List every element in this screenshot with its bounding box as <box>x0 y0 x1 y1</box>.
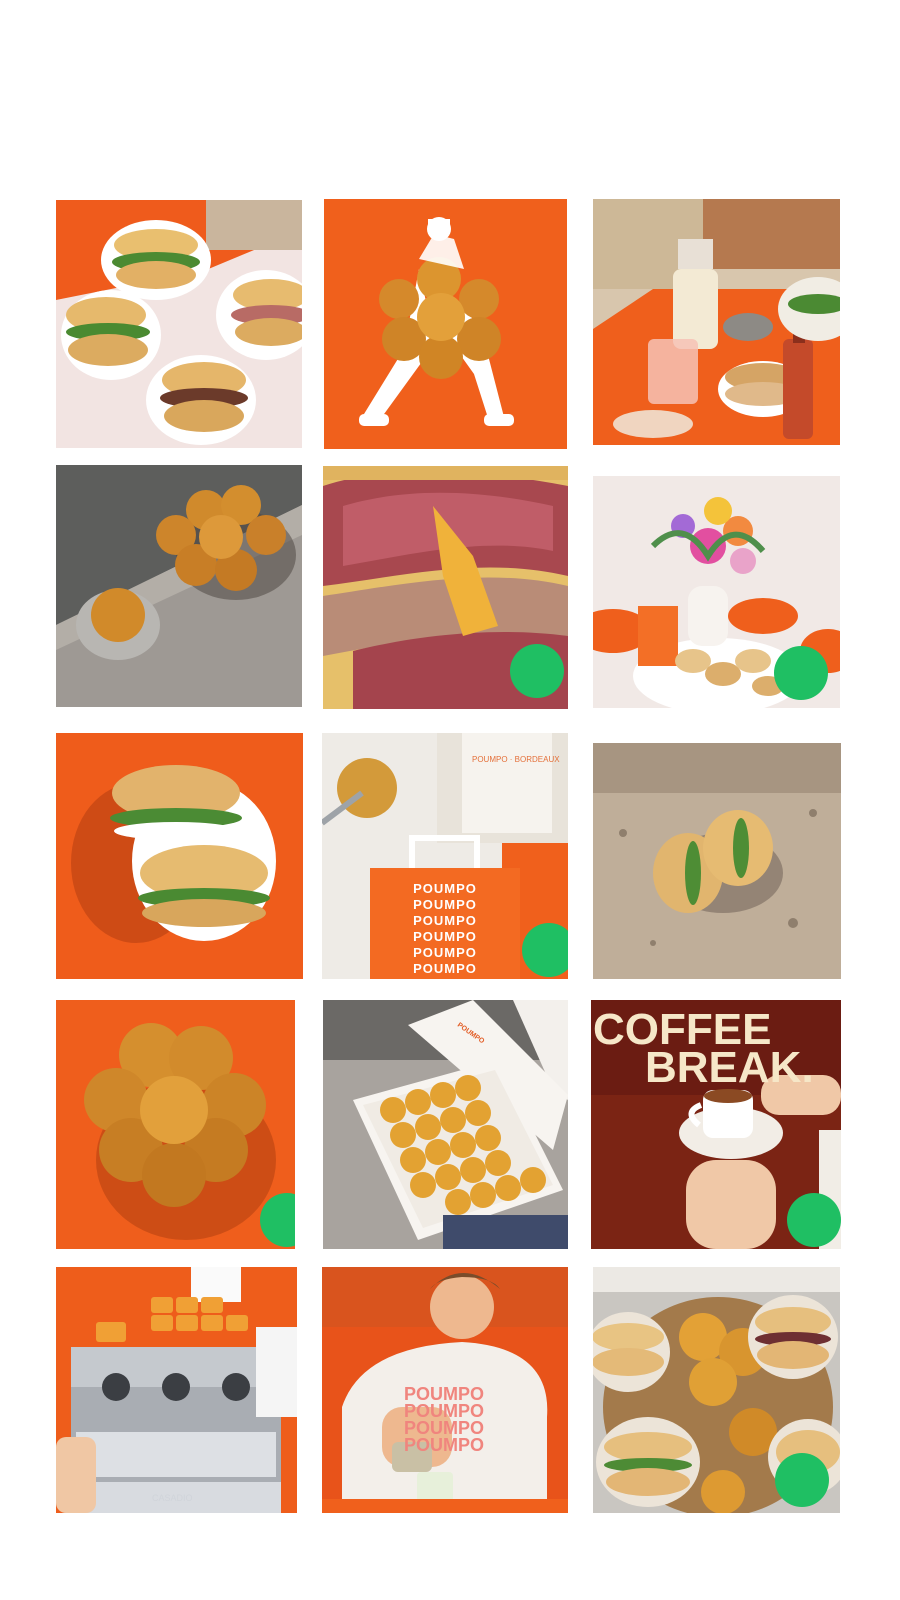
sandwich-rock-image <box>593 743 841 979</box>
tee-print: POUMPO · BORDEAUX <box>472 755 560 764</box>
new-post-badge <box>510 644 564 698</box>
machine-brand-label: CASADIO <box>152 1493 193 1503</box>
new-post-badge <box>522 923 568 977</box>
bag-print-line: POUMPO <box>413 913 477 928</box>
sandwich-plate-orange-image <box>56 733 303 979</box>
sandwich-bowls-image <box>56 200 302 448</box>
new-post-badge <box>787 1193 841 1247</box>
espresso-machine-photo[interactable]: CASADIO <box>56 1267 297 1513</box>
new-post-badge <box>774 646 828 700</box>
poumpo-bag-photo[interactable]: POUMPO POUMPO POUMPO POUMPO POUMPO POUMP… <box>322 733 568 979</box>
bun-mascot-image <box>324 199 567 449</box>
pastrami-closeup-photo[interactable] <box>323 466 568 709</box>
sandwich-rock-photo[interactable] <box>593 743 841 979</box>
brioche-box-photo[interactable]: POUMPO <box>323 1000 568 1249</box>
sandwich-bowls-photo[interactable] <box>56 200 302 448</box>
bag-print-line: POUMPO <box>413 881 477 896</box>
bag-print-line: POUMPO <box>413 897 477 912</box>
terrace-table-image <box>593 199 840 445</box>
coffee-break-title-line2: BREAK. <box>645 1043 814 1092</box>
espresso-machine-image <box>56 1267 297 1513</box>
bag-print-line: POUMPO <box>413 945 477 960</box>
flower-brioche-stone-photo[interactable] <box>56 465 302 707</box>
flowers-table-photo[interactable] <box>593 476 840 708</box>
bag-print-line: POUMPO <box>413 961 477 976</box>
sandwich-basket-photo[interactable] <box>593 1267 840 1513</box>
brioche-orange-photo[interactable] <box>56 1000 295 1249</box>
bag-print-line: POUMPO <box>413 929 477 944</box>
brioche-box-image <box>323 1000 568 1249</box>
sandwich-plate-orange-photo[interactable] <box>56 733 303 979</box>
new-post-badge <box>775 1453 829 1507</box>
shirt-print-line: POUMPO <box>404 1435 485 1455</box>
barista-pouring-photo[interactable]: POUMPO POUMPO POUMPO POUMPO <box>322 1267 568 1513</box>
flower-brioche-stone-image <box>56 465 302 707</box>
bun-mascot-illustration[interactable] <box>324 199 567 449</box>
brioche-orange-image <box>56 1000 295 1249</box>
terrace-table-photo[interactable] <box>593 199 840 445</box>
coffee-break-post[interactable]: COFFEE BREAK. <box>591 1000 841 1249</box>
